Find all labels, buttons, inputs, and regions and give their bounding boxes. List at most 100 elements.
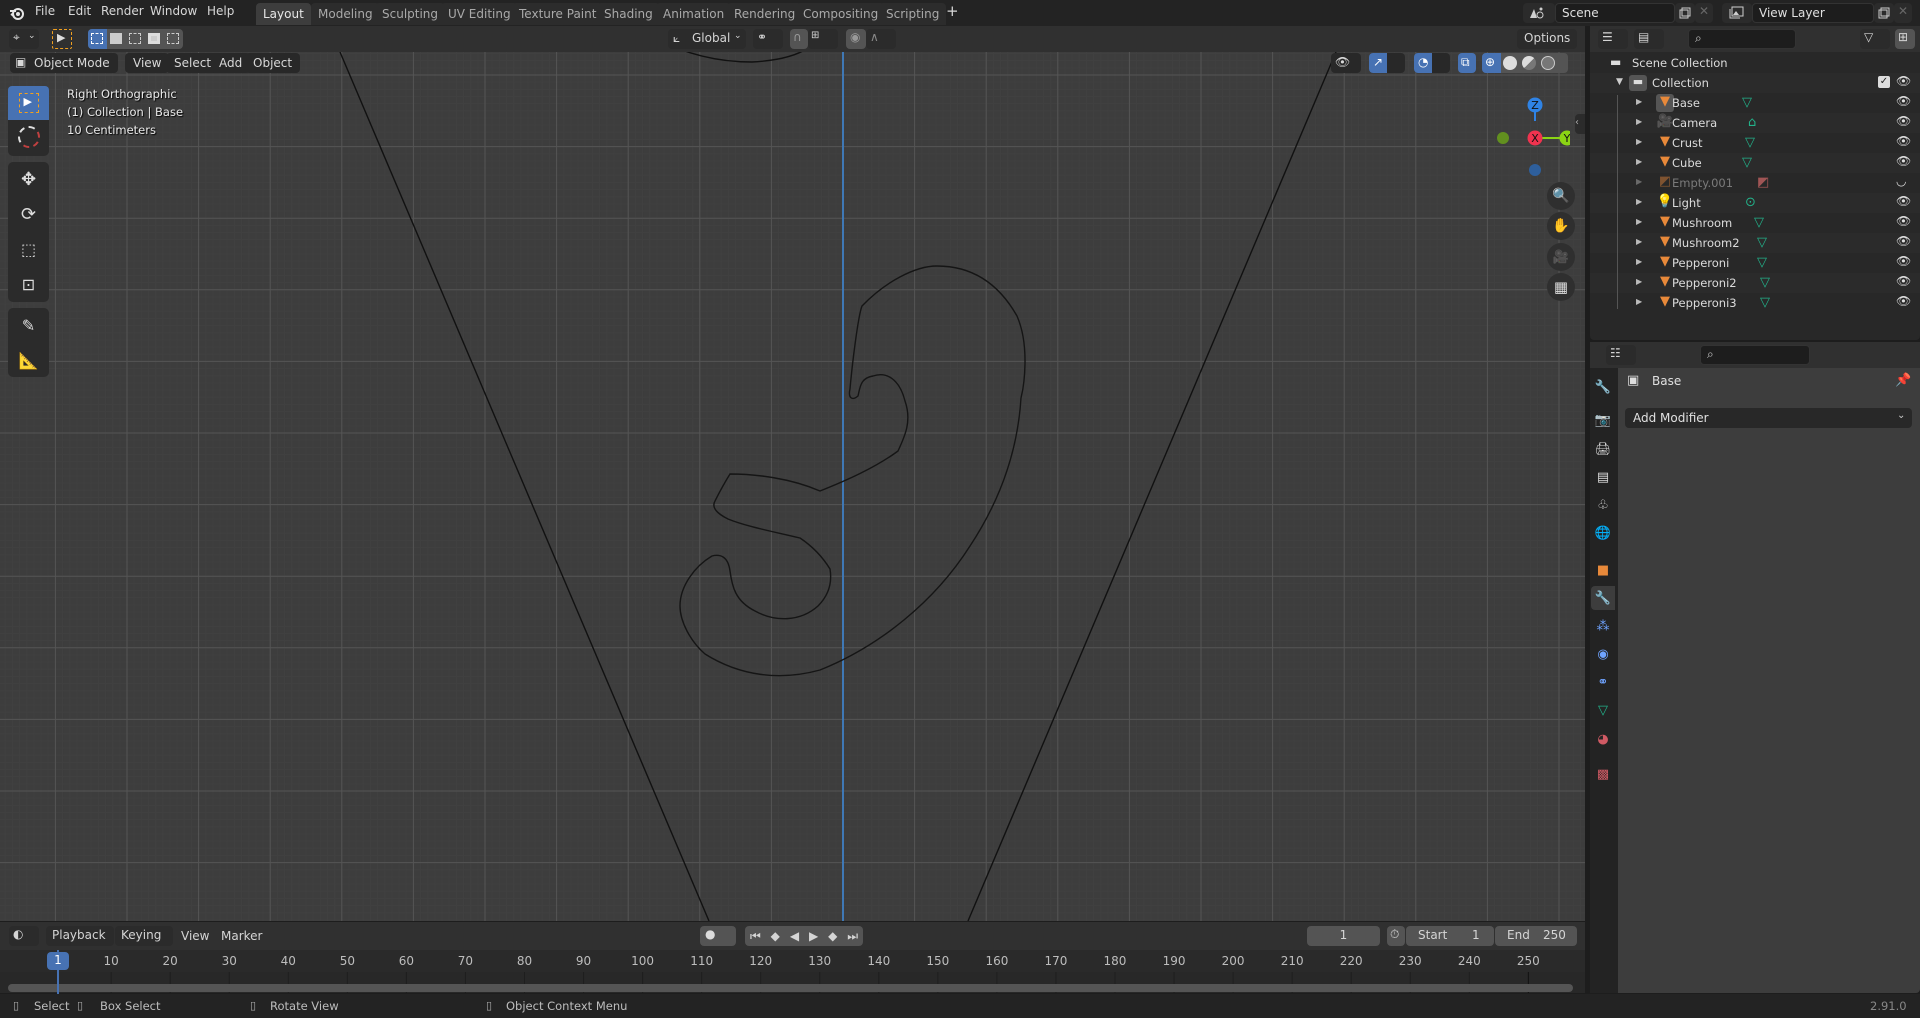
select-mode-invert-button[interactable] bbox=[145, 29, 164, 49]
snap-target-dropdown[interactable]: ⊞ bbox=[808, 29, 838, 49]
select-mode-extend-button[interactable] bbox=[107, 29, 126, 49]
tool-scale[interactable]: ⬚ bbox=[8, 232, 49, 266]
mesh-data-icon[interactable]: ▽ bbox=[1757, 235, 1767, 250]
outliner-item[interactable]: ▶ 🎥 Camera ⌂ 👁 bbox=[1590, 113, 1920, 133]
xray-toggle[interactable]: ⧉ bbox=[1458, 53, 1476, 73]
menu-edit[interactable]: Edit bbox=[68, 4, 91, 18]
current-frame-field[interactable]: 1 bbox=[1307, 926, 1380, 946]
view-layer-name-field[interactable]: View Layer bbox=[1752, 3, 1874, 23]
keying-dropdown[interactable]: Keying bbox=[115, 926, 173, 946]
tab-uv-editing[interactable]: UV Editing bbox=[441, 3, 518, 25]
tab-compositing[interactable]: Compositing bbox=[796, 3, 886, 25]
tab-rendering[interactable]: Rendering bbox=[727, 3, 803, 25]
outliner-item[interactable]: ▶ ◩ Empty.001 ◩ ◡ bbox=[1590, 173, 1920, 193]
eye-icon[interactable]: 👁 bbox=[1896, 94, 1911, 108]
overlays-dropdown[interactable]: ◔ bbox=[1414, 53, 1450, 73]
outliner-item[interactable]: ▶ ▼ Pepperoni2 ▽ 👁 bbox=[1590, 273, 1920, 293]
eye-icon[interactable]: 👁 bbox=[1896, 134, 1911, 148]
properties-tab-tool[interactable]: 🔧 bbox=[1591, 375, 1615, 399]
shading-solid-button[interactable] bbox=[1503, 56, 1517, 70]
new-scene-button[interactable] bbox=[1675, 3, 1695, 23]
next-keyframe-icon[interactable]: ◆ bbox=[828, 929, 837, 943]
delete-view-layer-button[interactable]: ✕ bbox=[1894, 3, 1912, 23]
properties-tab-material[interactable]: ◕ bbox=[1591, 727, 1615, 751]
gizmo-neg-y[interactable] bbox=[1497, 132, 1509, 144]
jump-end-icon[interactable]: ⏭ bbox=[847, 929, 858, 944]
properties-tab-particles[interactable]: ⁂ bbox=[1591, 614, 1615, 638]
preview-range-toggle[interactable]: ⏱ bbox=[1387, 926, 1405, 946]
start-frame-field[interactable]: Start 1 bbox=[1406, 926, 1494, 946]
tool-move[interactable]: ✥ bbox=[8, 162, 49, 196]
properties-search-input[interactable]: ⌕ bbox=[1700, 345, 1810, 365]
gizmo-dropdown[interactable]: ↗ bbox=[1369, 53, 1405, 73]
properties-tab-texture[interactable]: ▩ bbox=[1591, 762, 1615, 786]
properties-tab-physics[interactable]: ◉ bbox=[1591, 642, 1615, 666]
eye-icon[interactable]: 👁 bbox=[1896, 214, 1911, 228]
outliner-item[interactable]: ▶ ▼ Cube ▽ 👁 bbox=[1590, 153, 1920, 173]
expand-right-icon[interactable]: ▶ bbox=[1636, 257, 1642, 266]
tool-rotate[interactable]: ⟳ bbox=[8, 197, 49, 231]
expand-down-icon[interactable]: ▼ bbox=[1616, 77, 1623, 87]
eye-icon[interactable]: 👁 bbox=[1896, 154, 1911, 168]
outliner-item[interactable]: ▶ ▼ Pepperoni ▽ 👁 bbox=[1590, 253, 1920, 273]
blender-logo-icon[interactable] bbox=[9, 5, 25, 21]
zoom-view-button[interactable]: 🔍 bbox=[1547, 182, 1575, 210]
eye-icon[interactable]: 👁 bbox=[1896, 194, 1911, 208]
proportional-falloff-dropdown[interactable]: ∧ bbox=[866, 29, 896, 49]
menu-render[interactable]: Render bbox=[101, 4, 144, 18]
playhead-frame-label[interactable]: 1 bbox=[47, 952, 69, 970]
outliner-item[interactable]: ▶ ▼ Crust ▽ 👁 bbox=[1590, 133, 1920, 153]
expand-right-icon[interactable]: ▶ bbox=[1636, 297, 1642, 306]
eye-icon[interactable]: 👁 bbox=[1896, 114, 1911, 128]
new-collection-button[interactable]: ⊞ bbox=[1895, 29, 1915, 49]
image-data-icon[interactable]: ◩ bbox=[1757, 175, 1769, 190]
expand-right-icon[interactable]: ▶ bbox=[1636, 157, 1642, 166]
scene-selector-button[interactable] bbox=[1523, 3, 1555, 23]
expand-right-icon[interactable]: ▶ bbox=[1636, 97, 1642, 106]
end-frame-field[interactable]: End 250 bbox=[1495, 926, 1577, 946]
tab-layout[interactable]: Layout bbox=[256, 3, 311, 25]
menu-object[interactable]: Object bbox=[245, 53, 301, 73]
outliner-item[interactable]: ▶ ▼ Base ▽ 👁 bbox=[1590, 93, 1920, 113]
auto-keying-toggle[interactable]: ● bbox=[700, 926, 736, 946]
mode-dropdown[interactable]: ▣ Object Mode bbox=[10, 53, 118, 73]
tab-shading[interactable]: Shading bbox=[597, 3, 660, 25]
tool-transform[interactable]: ⊡ bbox=[8, 267, 49, 301]
eye-icon[interactable]: 👁 bbox=[1896, 234, 1911, 248]
sidebar-toggle[interactable]: ‹ bbox=[1575, 114, 1585, 134]
outliner-scene-collection[interactable]: ▬ Scene Collection bbox=[1590, 53, 1920, 73]
timeline-menu-marker[interactable]: Marker bbox=[221, 929, 262, 943]
expand-right-icon[interactable]: ▶ bbox=[1636, 137, 1642, 146]
tab-modeling[interactable]: Modeling bbox=[311, 3, 380, 25]
mesh-data-icon[interactable]: ▽ bbox=[1754, 215, 1764, 230]
outliner-collection[interactable]: ▼ ▬ Collection ✓ 👁 bbox=[1590, 73, 1920, 93]
viewport-canvas[interactable] bbox=[0, 26, 1585, 921]
expand-right-icon[interactable]: ▶ bbox=[1636, 117, 1642, 126]
expand-right-icon[interactable]: ▶ bbox=[1636, 177, 1642, 186]
camera-data-icon[interactable]: ⌂ bbox=[1748, 115, 1756, 130]
eye-icon[interactable]: 👁 bbox=[1896, 274, 1911, 288]
select-mode-intersect-button[interactable] bbox=[164, 29, 183, 49]
outliner-editor-type-button[interactable]: ☰ bbox=[1598, 29, 1628, 49]
3d-viewport[interactable]: ⌖ ⌄ ▶ ⟀ Global ⌄ ⚭ ∩ ⊞ ◉ ∧ Options ▣ Obje… bbox=[0, 26, 1585, 921]
tool-annotate[interactable]: ✎ bbox=[8, 308, 49, 342]
properties-editor[interactable] bbox=[1590, 342, 1920, 993]
light-data-icon[interactable]: ⊙ bbox=[1745, 195, 1756, 210]
properties-tab-world[interactable]: 🌐 bbox=[1591, 521, 1615, 545]
editor-type-button[interactable]: ⌖ ⌄ bbox=[9, 29, 39, 49]
play-reverse-icon[interactable]: ◀ bbox=[790, 929, 799, 943]
prev-keyframe-icon[interactable]: ◆ bbox=[771, 929, 780, 943]
playback-dropdown[interactable]: Playback bbox=[46, 926, 114, 946]
expand-right-icon[interactable]: ▶ bbox=[1636, 217, 1642, 226]
menu-help[interactable]: Help bbox=[207, 4, 234, 18]
add-modifier-dropdown[interactable]: Add Modifier ⌄ bbox=[1625, 408, 1912, 428]
filter-dropdown[interactable]: ▽ bbox=[1860, 29, 1890, 49]
eye-icon[interactable]: 👁 bbox=[1896, 294, 1911, 308]
new-view-layer-button[interactable] bbox=[1874, 3, 1894, 23]
mesh-data-icon[interactable]: ▽ bbox=[1745, 135, 1755, 150]
gizmo-neg-z[interactable] bbox=[1529, 164, 1541, 176]
tab-animation[interactable]: Animation bbox=[656, 3, 732, 25]
properties-tab-modifiers[interactable]: 🔧 bbox=[1591, 586, 1615, 610]
eye-closed-icon[interactable]: ◡ bbox=[1896, 174, 1906, 188]
play-icon[interactable]: ▶ bbox=[809, 929, 818, 943]
